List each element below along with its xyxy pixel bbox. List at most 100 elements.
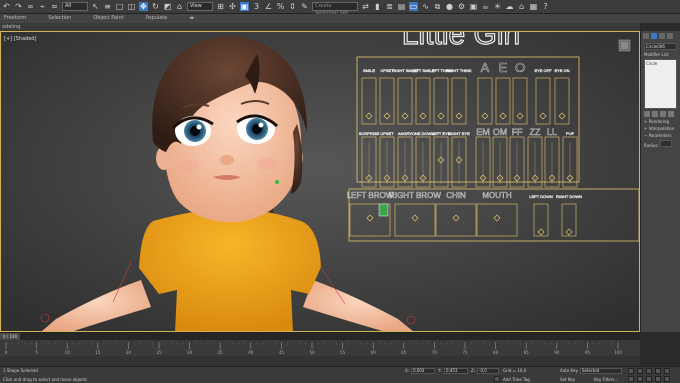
set-key-button[interactable]: Set Key — [560, 377, 575, 382]
mirror-icon[interactable]: ⇄ — [361, 2, 370, 11]
viewport-scene[interactable]: [+] [Shaded] Little Girl SMILE UPSET RIGHT… — [1, 32, 640, 332]
named-selection-field[interactable]: Create Selection Set — [312, 2, 358, 16]
ruler-tick-label-5: 25 — [156, 350, 162, 355]
field-of-view-icon[interactable] — [655, 376, 661, 382]
ruler-tick-label-12: 60 — [371, 350, 377, 355]
track-bar[interactable]: 0 5 10 15 20 25 30 35 40 45 50 55 60 65 70 75 80 85 90 95 10… — [0, 340, 640, 356]
undo-icon[interactable]: ↶ — [2, 2, 11, 11]
right-cheek-blush — [257, 158, 277, 170]
z-coord-field[interactable]: -0,0 — [477, 368, 499, 374]
control-label-bottom-4: LEFT DOWN — [529, 194, 553, 199]
render-in-cloud-icon[interactable]: ☁ — [505, 2, 514, 11]
curve-editor-icon[interactable]: ∿ — [421, 2, 430, 11]
y-coord-field[interactable]: 0,453 — [444, 368, 468, 374]
keyboard-shortcut-icon[interactable]: ▣ — [240, 2, 249, 11]
move-icon[interactable]: ✥ — [139, 2, 148, 11]
ribbon-expand-icon[interactable]: ◂▸ — [189, 14, 194, 23]
spinner-snap-icon[interactable]: ⇕ — [288, 2, 297, 11]
window-crossing-icon[interactable]: ◫ — [127, 2, 136, 11]
rect-selection-icon[interactable]: □ — [115, 2, 124, 11]
rollout-rendering[interactable]: + Rendering — [644, 119, 677, 125]
ribbon-tab-freeform[interactable]: Freeform — [4, 14, 26, 23]
select-object-icon[interactable]: ↖ — [91, 2, 100, 11]
select-manipulate-icon[interactable]: ✣ — [228, 2, 237, 11]
select-by-name-icon[interactable]: ≡ — [103, 2, 112, 11]
help-icon[interactable]: ? — [541, 2, 550, 11]
motion-tab-icon[interactable] — [667, 33, 673, 39]
object-name-field[interactable]: Circle006 — [644, 43, 677, 50]
rollout-interpolation[interactable]: + Interpolation — [644, 126, 677, 132]
percent-snap-icon[interactable]: % — [276, 2, 285, 11]
ribbon-tab-object-paint[interactable]: Object Paint — [93, 14, 123, 23]
zoom-icon[interactable] — [628, 376, 634, 382]
angle-snap-icon[interactable]: ∠ — [264, 2, 273, 11]
ruler-tick-label-18: 90 — [554, 350, 560, 355]
viewcube[interactable] — [618, 39, 631, 52]
play-icon[interactable] — [646, 368, 652, 374]
ribbon-tab-selection[interactable]: Selection — [48, 14, 71, 23]
control-label-bottom-0: LEFT BROW — [347, 191, 394, 200]
time-slider-track[interactable]: 0 / 100 — [0, 333, 640, 340]
schematic-view-icon[interactable]: ⧉ — [433, 2, 442, 11]
perspective-viewport[interactable]: [+] [Shaded] Little Girl SMILE UPSET RIGHT… — [0, 31, 640, 332]
rotate-icon[interactable]: ↻ — [151, 2, 160, 11]
place-icon[interactable]: ⌂ — [175, 2, 184, 11]
control-label-bottom-3: MOUTH — [482, 191, 512, 200]
ruler-tick-label-9: 45 — [279, 350, 285, 355]
make-unique-icon[interactable] — [660, 111, 666, 117]
previous-frame-icon[interactable] — [637, 368, 643, 374]
a360-gallery-icon[interactable]: ⌂ — [517, 2, 526, 11]
toggle-ribbon-icon[interactable]: ▭ — [409, 2, 418, 11]
time-tag-icon[interactable] — [494, 376, 500, 382]
pin-stack-icon[interactable] — [644, 111, 650, 117]
redo-icon[interactable]: ↷ — [14, 2, 23, 11]
layer-explorer-icon[interactable]: ≣ — [385, 2, 394, 11]
go-to-end-icon[interactable] — [664, 368, 670, 374]
snap-toggle-icon[interactable]: 3 — [252, 2, 261, 11]
remove-modifier-icon[interactable] — [668, 111, 674, 117]
workspace-icon[interactable]: ▦ — [529, 2, 538, 11]
render-production-icon[interactable]: ☕ — [481, 2, 490, 11]
pivot-center-icon[interactable]: ⊞ — [216, 2, 225, 11]
rendered-frame-window-icon[interactable]: ▣ — [469, 2, 478, 11]
unlink-icon[interactable]: ⌁ — [38, 2, 47, 11]
key-filters-button[interactable]: Key Filters... — [594, 377, 618, 382]
render-iterative-icon[interactable]: ☀ — [493, 2, 502, 11]
orbit-icon[interactable] — [646, 376, 652, 382]
reference-coordinate-dropdown[interactable]: View — [187, 2, 213, 11]
auto-key-button[interactable]: Auto Key — [560, 368, 578, 373]
modifier-stack[interactable]: Circle — [644, 59, 677, 109]
material-editor-icon[interactable]: ● — [445, 2, 454, 11]
scale-icon[interactable]: ◩ — [163, 2, 172, 11]
ribbon-panel: odeling — [0, 23, 640, 31]
y-coord-label: Y: — [438, 368, 442, 373]
bind-space-warp-icon[interactable]: ≈ — [50, 2, 59, 11]
time-slider-handle[interactable]: 0 / 100 — [0, 333, 20, 340]
link-icon[interactable]: ∞ — [26, 2, 35, 11]
key-mode-dropdown[interactable]: Selected — [580, 368, 622, 374]
edit-named-selection-icon[interactable]: ✎ — [300, 2, 309, 11]
left-eye-highlight — [196, 124, 202, 130]
ruler-tick-label-4: 20 — [126, 350, 132, 355]
go-to-start-icon[interactable] — [628, 368, 634, 374]
toggle-scene-explorer-icon[interactable]: ▤ — [397, 2, 406, 11]
ruler-tick-label-1: 5 — [35, 350, 38, 355]
radius-field[interactable] — [660, 140, 673, 147]
next-frame-icon[interactable] — [655, 368, 661, 374]
modifier-list-dropdown[interactable]: Modifier List — [644, 52, 677, 57]
x-coord-field[interactable]: 0,003 — [411, 368, 435, 374]
modify-tab-icon[interactable] — [651, 33, 657, 39]
selection-filter-dropdown[interactable]: All — [62, 2, 88, 11]
ribbon-tab-populate[interactable]: Populate — [146, 14, 168, 23]
hierarchy-tab-icon[interactable] — [659, 33, 665, 39]
show-end-result-icon[interactable] — [652, 111, 658, 117]
create-tab-icon[interactable] — [643, 33, 649, 39]
modifier-stack-item[interactable]: Circle — [646, 61, 675, 66]
pan-icon[interactable] — [637, 376, 643, 382]
rollout-parameters[interactable]: − Parameters — [644, 133, 677, 139]
align-icon[interactable]: ▮ — [373, 2, 382, 11]
render-setup-icon[interactable]: ⚙ — [457, 2, 466, 11]
viewport-label[interactable]: [+] [Shaded] — [4, 36, 36, 42]
maximize-viewport-icon[interactable] — [664, 376, 670, 382]
add-time-tag[interactable]: Add Time Tag — [503, 377, 530, 382]
